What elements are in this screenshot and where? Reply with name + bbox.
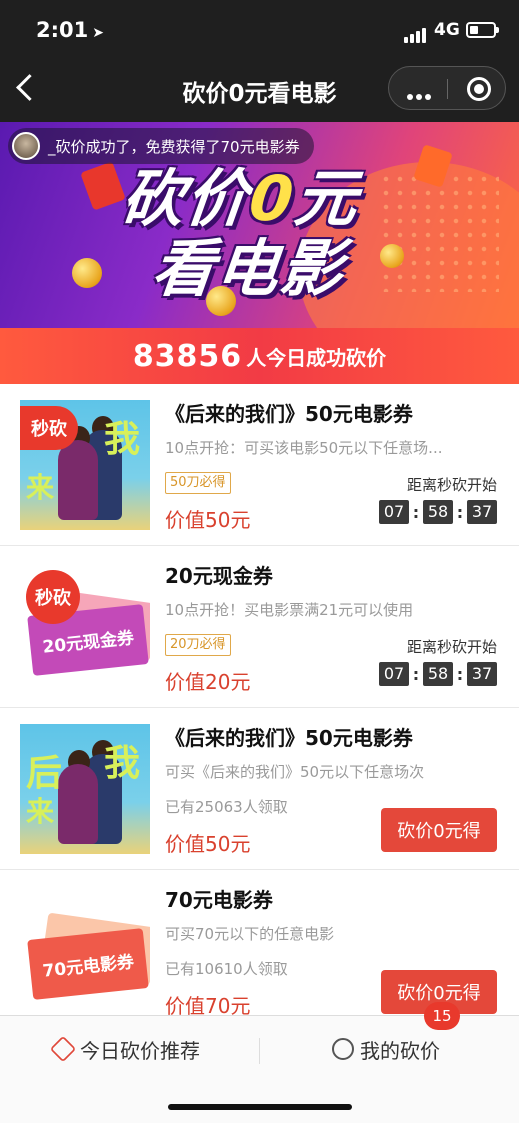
- item-tag: 20刀必得: [165, 634, 231, 656]
- item-desc: 10点开抢！买电影票满21元可以使用: [165, 601, 414, 619]
- item-title: 《后来的我们》50元电影券: [165, 402, 413, 426]
- coupon-list: 我 来 秒砍 《后来的我们》50元电影券 10点开抢：可买该电影50元以下任意场…: [0, 384, 519, 1032]
- countdown-label: 距离秒砍开始: [406, 638, 497, 656]
- coupon-image: 20元现金券 秒砍: [20, 562, 150, 692]
- red-envelope-icon: [80, 161, 126, 211]
- list-item[interactable]: 我 后 来 《后来的我们》50元电影券 可买《后来的我们》50元以下任意场次 已…: [0, 708, 519, 870]
- list-item[interactable]: 20元现金券 秒砍 20元现金券 10点开抢！买电影票满21元可以使用 20刀必…: [0, 546, 519, 708]
- notification-badge: 15: [424, 1002, 460, 1030]
- item-desc: 可买《后来的我们》50元以下任意场次: [165, 763, 425, 781]
- avatar: [12, 132, 40, 160]
- location-arrow-icon: ➤: [92, 25, 104, 41]
- miniprogram-capsule: [388, 66, 506, 110]
- item-desc: 10点开抢：可买该电影50元以下任意场...: [165, 439, 443, 457]
- success-count-strip: 83856 人今日成功砍价: [0, 328, 519, 384]
- tab-today-recommend[interactable]: 今日砍价推荐: [49, 1032, 200, 1066]
- close-miniprogram-icon[interactable]: [467, 77, 491, 101]
- banner-title: 砍价0元 看电影: [117, 162, 363, 305]
- network-type: 4G: [434, 20, 460, 40]
- joined-count: 已有10610人领取: [165, 960, 288, 978]
- item-title: 20元现金券: [165, 564, 273, 588]
- item-title: 《后来的我们》50元电影券: [165, 726, 413, 750]
- success-count: 83856: [132, 338, 243, 374]
- item-price: 价值20元: [165, 670, 251, 694]
- flash-badge: 秒砍: [26, 570, 80, 624]
- movie-poster: 我 来 秒砍: [20, 400, 150, 530]
- countdown-label: 距离秒砍开始: [406, 476, 497, 494]
- item-desc: 可买70元以下的任意电影: [165, 925, 335, 943]
- item-tag: 50刀必得: [165, 472, 231, 494]
- tab-bar: 今日砍价推荐 我的砍价 15: [0, 1002, 519, 1123]
- home-indicator[interactable]: [168, 1104, 352, 1110]
- item-price: 价值50元: [165, 508, 251, 532]
- user-icon: [332, 1038, 354, 1060]
- signal-icon: [404, 24, 428, 43]
- coupon-image: 70元电影券: [20, 886, 150, 1016]
- joined-count: 已有25063人领取: [165, 798, 288, 816]
- item-title: 70元电影券: [165, 888, 273, 912]
- promo-banner[interactable]: _砍价成功了，免费获得了70元电影券 砍价0元 看电影: [0, 122, 519, 328]
- coin-icon: [380, 244, 404, 268]
- status-time: 2:01 ➤: [36, 18, 104, 42]
- countdown: 07: 58: 37: [379, 500, 497, 524]
- top-bar: 2:01 ➤ 4G 砍价0元看电影: [0, 0, 519, 122]
- tab-my-bargain[interactable]: 我的砍价: [332, 1032, 440, 1066]
- price-tag-icon: [49, 1035, 77, 1063]
- movie-poster: 我 后 来: [20, 724, 150, 854]
- list-item[interactable]: 我 来 秒砍 《后来的我们》50元电影券 10点开抢：可买该电影50元以下任意场…: [0, 384, 519, 546]
- bargain-button[interactable]: 砍价0元得: [381, 808, 497, 852]
- countdown: 07: 58: 37: [379, 662, 497, 686]
- coin-icon: [72, 258, 102, 288]
- success-notice: _砍价成功了，免费获得了70元电影券: [8, 128, 314, 164]
- item-price: 价值50元: [165, 832, 251, 856]
- battery-icon: [466, 22, 499, 38]
- flash-badge: 秒砍: [20, 406, 78, 450]
- more-icon[interactable]: [407, 85, 437, 100]
